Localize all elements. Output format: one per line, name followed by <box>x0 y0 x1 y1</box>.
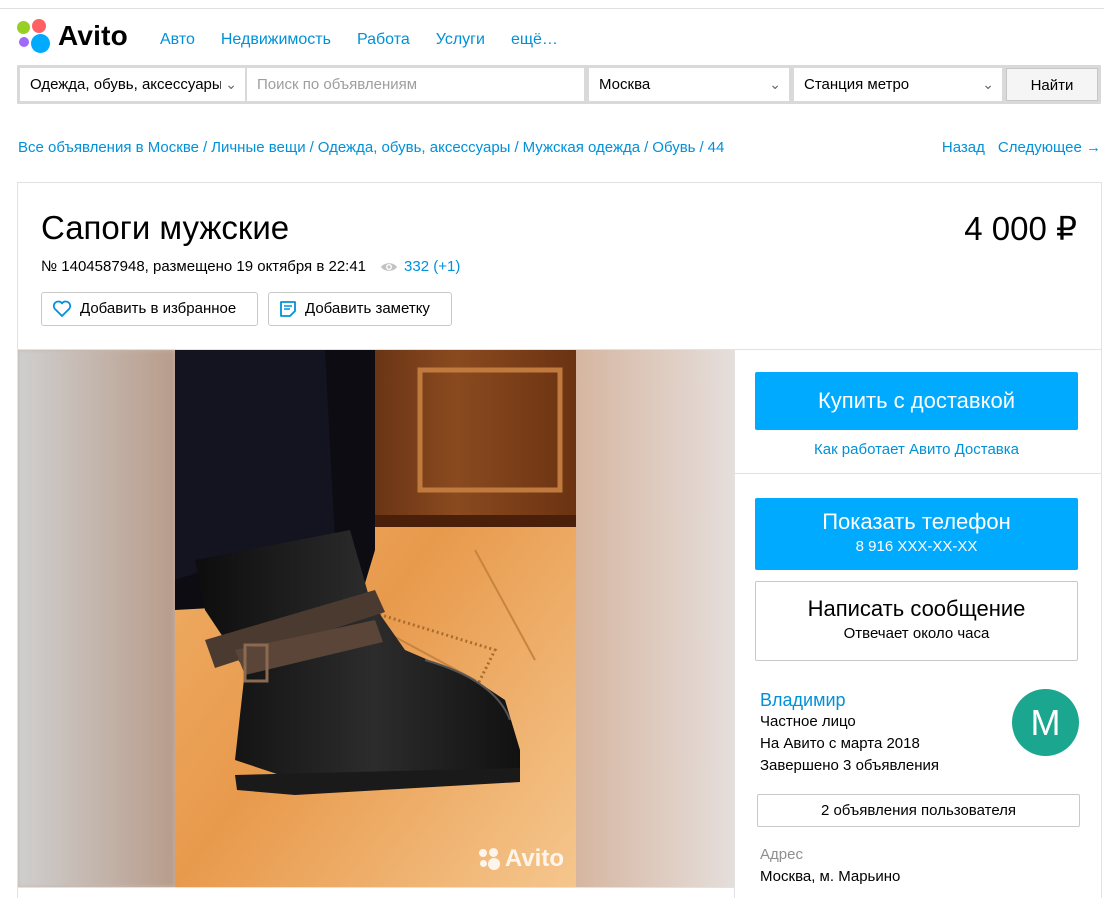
chevron-down-icon: ⌄ <box>769 76 781 92</box>
breadcrumb-item[interactable]: Все объявления в Москве <box>18 139 199 156</box>
nav-item-auto[interactable]: Авто <box>160 31 195 49</box>
chevron-down-icon: ⌄ <box>221 68 237 101</box>
listing-meta: № 1404587948, размещено 19 октября в 22:… <box>41 258 460 275</box>
listing-pager: Назад Следующее → <box>942 139 1101 156</box>
add-note-label: Добавить заметку <box>305 300 430 317</box>
avito-logo[interactable]: Avito <box>17 19 128 53</box>
boot-photo-image <box>175 350 576 887</box>
logo-dots-icon <box>17 19 53 53</box>
category-select[interactable]: Одежда, обувь, аксессуары ⌄ <box>20 68 245 101</box>
show-phone-label: Показать телефон <box>822 509 1011 534</box>
delivery-info-link[interactable]: Как работает Авито Доставка <box>755 441 1078 458</box>
seller-since: На Авито с марта 2018 <box>760 735 920 752</box>
main-photo[interactable]: Avito <box>175 350 576 887</box>
photo-blur-right <box>576 350 734 887</box>
search-bar: Одежда, обувь, аксессуары ⌄ Поиск по объ… <box>17 65 1101 104</box>
back-link[interactable]: Назад <box>942 139 985 156</box>
breadcrumb-item[interactable]: Мужская одежда <box>523 139 640 156</box>
seller-name-link[interactable]: Владимир <box>760 690 846 711</box>
avatar[interactable]: M <box>1012 689 1079 756</box>
category-value: Одежда, обувь, аксессуары <box>30 76 223 93</box>
divider <box>734 350 735 898</box>
nav-item-services[interactable]: Услуги <box>436 31 485 49</box>
breadcrumb-item[interactable]: Личные вещи <box>211 139 305 156</box>
listing-number-date: № 1404587948, размещено 19 октября в 22:… <box>41 258 367 275</box>
heart-icon <box>52 300 72 317</box>
photo-blur-left <box>18 350 175 887</box>
watermark-dots-icon <box>478 848 501 870</box>
nav-item-more[interactable]: ещё… <box>511 31 558 49</box>
top-nav: Авто Недвижимость Работа Услуги ещё… <box>160 31 558 49</box>
nav-item-jobs[interactable]: Работа <box>357 31 410 49</box>
city-value: Москва <box>599 76 651 93</box>
add-favorite-button[interactable]: Добавить в избранное <box>41 292 258 326</box>
watermark-text: Avito <box>504 845 564 872</box>
search-button[interactable]: Найти <box>1006 68 1098 101</box>
views-count: 332 (+1) <box>404 258 461 275</box>
response-time: Отвечает около часа <box>843 625 990 642</box>
breadcrumb-item[interactable]: Обувь <box>652 139 695 156</box>
user-ads-button[interactable]: 2 объявления пользователя <box>757 794 1080 827</box>
nav-item-realty[interactable]: Недвижимость <box>221 31 331 49</box>
listing-price: 4 000 ₽ <box>964 210 1077 247</box>
write-message-button[interactable]: Написать сообщение Отвечает около часа <box>755 581 1078 661</box>
divider <box>735 473 1101 474</box>
top-border <box>0 8 1104 9</box>
buy-with-delivery-button[interactable]: Купить с доставкой <box>755 372 1078 430</box>
listing-card: Сапоги мужские 4 000 ₽ № 1404587948, раз… <box>17 182 1102 898</box>
divider <box>18 887 734 888</box>
add-favorite-label: Добавить в избранное <box>80 300 237 317</box>
note-icon <box>280 301 296 317</box>
avito-watermark: Avito <box>478 845 564 873</box>
eye-icon <box>381 262 398 271</box>
listing-title: Сапоги мужские <box>41 209 290 246</box>
address-label: Адрес <box>760 846 803 863</box>
breadcrumb: Все объявления в Москве / Личные вещи / Одеж… <box>18 139 725 156</box>
address-value: Москва, м. Марьино <box>760 868 901 885</box>
breadcrumb-item[interactable]: Одежда, обувь, аксессуары <box>318 139 511 156</box>
search-input[interactable]: Поиск по объявлениям <box>247 68 584 101</box>
breadcrumb-item[interactable]: 44 <box>708 139 725 156</box>
seller-completed: Завершено 3 объявления <box>760 757 940 774</box>
write-message-label: Написать сообщение <box>807 596 1026 621</box>
logo-text: Avito <box>58 20 128 51</box>
metro-value: Станция метро <box>804 76 910 93</box>
metro-select[interactable]: Станция метро ⌄ <box>794 68 1002 101</box>
city-select[interactable]: Москва ⌄ <box>589 68 789 101</box>
add-note-button[interactable]: Добавить заметку <box>268 292 452 326</box>
listing-photo-gallery[interactable]: Avito <box>18 350 734 887</box>
next-link[interactable]: Следующее → <box>998 139 1101 156</box>
show-phone-button[interactable]: Показать телефон 8 916 XXX-XX-XX <box>755 498 1078 570</box>
phone-number: 8 916 XXX-XX-XX <box>855 538 978 555</box>
chevron-down-icon: ⌄ <box>982 76 994 92</box>
seller-type: Частное лицо <box>760 713 856 730</box>
